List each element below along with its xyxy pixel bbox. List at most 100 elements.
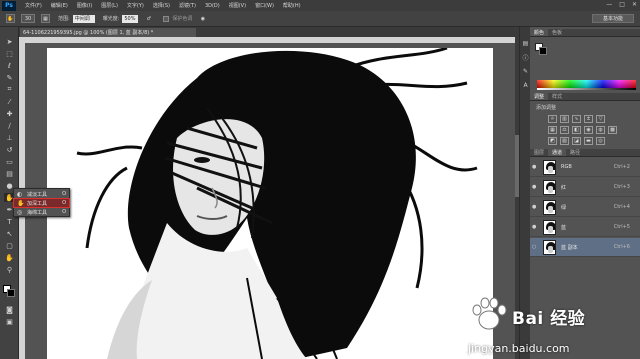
document-image[interactable] — [47, 48, 493, 359]
brightness-contrast-icon[interactable]: ☼ — [548, 115, 557, 123]
quick-mask-icon[interactable]: ◙ — [4, 305, 15, 314]
tab-layers[interactable]: 图层 — [530, 149, 548, 156]
protect-tones-checkbox[interactable] — [163, 15, 170, 22]
photoshop-logo-icon: Ps — [2, 0, 16, 11]
tab-color[interactable]: 颜色 — [530, 29, 549, 36]
marquee-tool-icon[interactable]: ⬚ — [4, 49, 15, 58]
hue-saturation-icon[interactable]: ▦ — [548, 126, 557, 134]
posterize-icon[interactable]: ▧ — [560, 137, 569, 145]
range-select[interactable]: 中间调 — [72, 14, 95, 23]
dodge-tool-icon: ◐ — [17, 190, 23, 198]
flyout-shortcut-burn: O — [62, 200, 66, 206]
channel-row[interactable]: ● RGB Ctrl+2 — [530, 158, 640, 177]
color-lookup-icon[interactable]: ▩ — [608, 126, 617, 134]
grayscale-ramp[interactable] — [537, 88, 636, 90]
menu-file[interactable]: 文件(F) — [25, 2, 42, 9]
invert-icon[interactable]: ◩ — [548, 137, 557, 145]
watermark-url: jingyan.baidu.com — [468, 342, 570, 355]
screen-mode-icon[interactable]: ▣ — [4, 317, 15, 326]
pressure-size-icon[interactable]: ◉ — [198, 14, 207, 23]
brush-panel-icon[interactable]: ✎ — [521, 67, 530, 76]
shape-tool-icon[interactable]: ▢ — [4, 241, 15, 250]
vibrance-icon[interactable]: ▽ — [596, 115, 605, 123]
levels-icon[interactable]: ▥ — [560, 115, 569, 123]
menu-select[interactable]: 选择(S) — [153, 2, 170, 9]
gradient-map-icon[interactable]: ▬ — [584, 137, 593, 145]
flyout-item-sponge[interactable]: ◎ 海绵工具 O — [14, 208, 69, 216]
menu-edit[interactable]: 编辑(E) — [51, 2, 68, 9]
channel-mixer-icon[interactable]: ◍ — [596, 126, 605, 134]
color-spectrum-bar[interactable] — [537, 80, 636, 88]
flyout-label-sponge: 海绵工具 — [27, 209, 48, 216]
menu-window[interactable]: 窗口(W) — [255, 2, 274, 9]
menu-3d[interactable]: 3D(D) — [205, 3, 220, 9]
type-tool-icon[interactable]: T — [4, 217, 15, 226]
channel-shortcut: Ctrl+3 — [613, 184, 630, 190]
properties-panel-icon[interactable]: ⓘ — [521, 53, 530, 62]
visibility-eye-icon[interactable]: ● — [532, 224, 539, 230]
tab-channels[interactable]: 通道 — [548, 149, 567, 156]
airbrush-icon[interactable]: ♂ — [144, 14, 153, 23]
visibility-eye-icon[interactable]: ● — [532, 164, 539, 170]
flyout-item-dodge[interactable]: ◐ 减淡工具 O — [14, 190, 69, 198]
exposure-input[interactable]: 50% — [122, 14, 139, 23]
menu-image[interactable]: 图像(I) — [77, 2, 92, 9]
selective-color-icon[interactable]: ◎ — [596, 137, 605, 145]
flyout-item-burn[interactable]: ✋ 加深工具 O — [13, 198, 70, 208]
menu-view[interactable]: 视图(V) — [229, 2, 246, 9]
quick-select-tool-icon[interactable]: ✎ — [4, 73, 15, 82]
clone-stamp-tool-icon[interactable]: ⊥ — [4, 133, 15, 142]
watermark-brand-bai: Bai — [512, 309, 544, 329]
eyedropper-tool-icon[interactable]: ⁄ — [4, 97, 15, 106]
maximize-icon[interactable]: □ — [619, 1, 625, 8]
channel-row[interactable]: ● 红 Ctrl+3 — [530, 178, 640, 197]
brush-size-picker[interactable]: 30 — [21, 14, 35, 23]
tab-paths[interactable]: 路径 — [566, 149, 584, 156]
canvas-area[interactable] — [25, 43, 515, 359]
color-balance-icon[interactable]: ⚖ — [560, 126, 569, 134]
visibility-eye-icon[interactable]: ○ — [532, 244, 539, 250]
healing-brush-tool-icon[interactable]: ✚ — [4, 109, 15, 118]
brush-tool-icon[interactable]: ∕ — [4, 121, 15, 130]
brush-panel-icon[interactable]: ▦ — [41, 14, 50, 23]
curves-icon[interactable]: ∿ — [572, 115, 581, 123]
move-tool-icon[interactable]: ➤ — [4, 37, 15, 46]
path-select-tool-icon[interactable]: ↖ — [4, 229, 15, 238]
panel-background-swatch[interactable] — [539, 47, 547, 55]
channel-row[interactable]: ● 蓝 Ctrl+5 — [530, 218, 640, 237]
character-panel-icon[interactable]: A — [521, 81, 530, 90]
menu-help[interactable]: 帮助(H) — [283, 2, 301, 9]
history-panel-icon[interactable]: ▤ — [521, 39, 530, 48]
menu-layer[interactable]: 图层(L) — [101, 2, 118, 9]
exposure-label: 曝光度: — [102, 16, 120, 22]
hand-tool-icon[interactable]: ✋ — [4, 253, 15, 262]
tab-adjustments[interactable]: 调整 — [530, 93, 549, 100]
channel-shortcut: Ctrl+4 — [613, 204, 630, 210]
channel-row[interactable]: ● 绿 Ctrl+4 — [530, 198, 640, 217]
history-brush-tool-icon[interactable]: ↺ — [4, 145, 15, 154]
photo-filter-icon[interactable]: ◉ — [584, 126, 593, 134]
crop-tool-icon[interactable]: ⌗ — [4, 85, 15, 94]
minimize-icon[interactable]: — — [606, 1, 612, 8]
menu-filter[interactable]: 滤镜(T) — [179, 2, 196, 9]
burn-tool-preset-icon[interactable]: ✋ — [6, 14, 15, 23]
document-tab[interactable]: 64-1106221959395.jpg @ 100% (图层 1, 蓝 副本/… — [20, 28, 196, 37]
zoom-tool-icon[interactable]: ⚲ — [4, 265, 15, 274]
black-white-icon[interactable]: ◧ — [572, 126, 581, 134]
threshold-icon[interactable]: ◪ — [572, 137, 581, 145]
visibility-eye-icon[interactable]: ● — [532, 204, 539, 210]
exposure-icon[interactable]: ± — [584, 115, 593, 123]
visibility-eye-icon[interactable]: ● — [532, 184, 539, 190]
tab-swatches[interactable]: 色板 — [548, 29, 566, 36]
channel-row-selected[interactable]: ○ 蓝 副本 Ctrl+6 — [530, 238, 640, 257]
background-color-swatch[interactable] — [7, 289, 15, 297]
lasso-tool-icon[interactable]: ℓ — [4, 61, 15, 70]
eraser-tool-icon[interactable]: ▭ — [4, 157, 15, 166]
layers-panel-header: 图层 通道 路径 — [530, 149, 640, 157]
workspace-switcher[interactable]: 基本功能 — [592, 14, 634, 23]
menu-type[interactable]: 文字(Y) — [127, 2, 144, 9]
sponge-tool-icon: ◎ — [17, 208, 23, 216]
gradient-tool-icon[interactable]: ▤ — [4, 169, 15, 178]
close-icon[interactable]: ✕ — [632, 1, 637, 8]
tab-styles[interactable]: 样式 — [548, 93, 566, 100]
